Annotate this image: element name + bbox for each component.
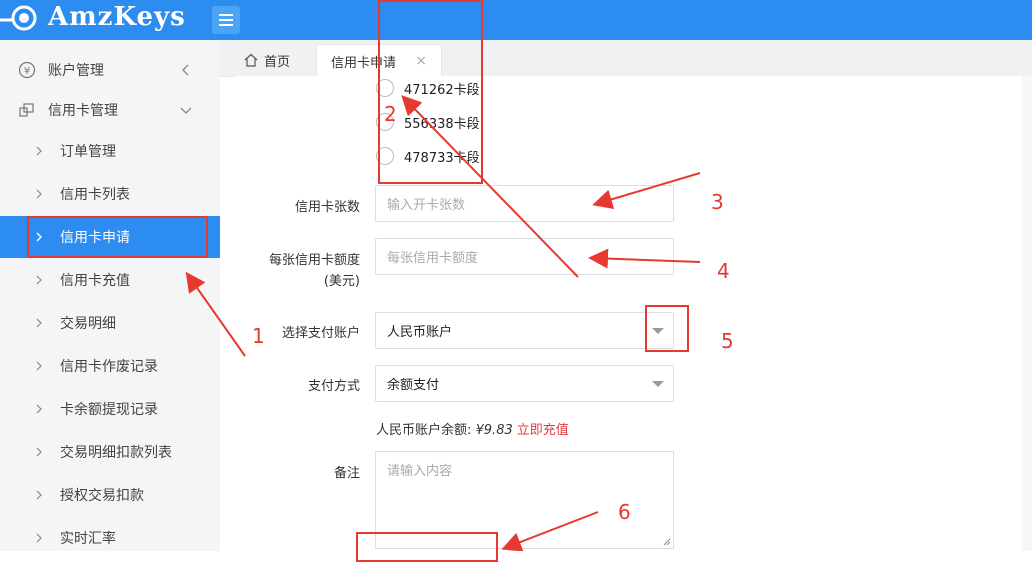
annotation-number: 6 (618, 500, 631, 524)
annotation-number: 1 (252, 324, 265, 348)
annotation-number: 3 (711, 190, 724, 214)
annotation-arrow (588, 248, 701, 269)
annotation-arrow (401, 95, 579, 278)
annotation-number: 4 (717, 259, 730, 283)
annotation-arrow (501, 511, 599, 551)
annotation-arrow (185, 271, 246, 357)
annotation-arrow (592, 172, 701, 210)
annotation-arrows (185, 95, 701, 551)
annotation-number: 5 (721, 329, 734, 353)
annotation-number: 2 (384, 102, 397, 126)
